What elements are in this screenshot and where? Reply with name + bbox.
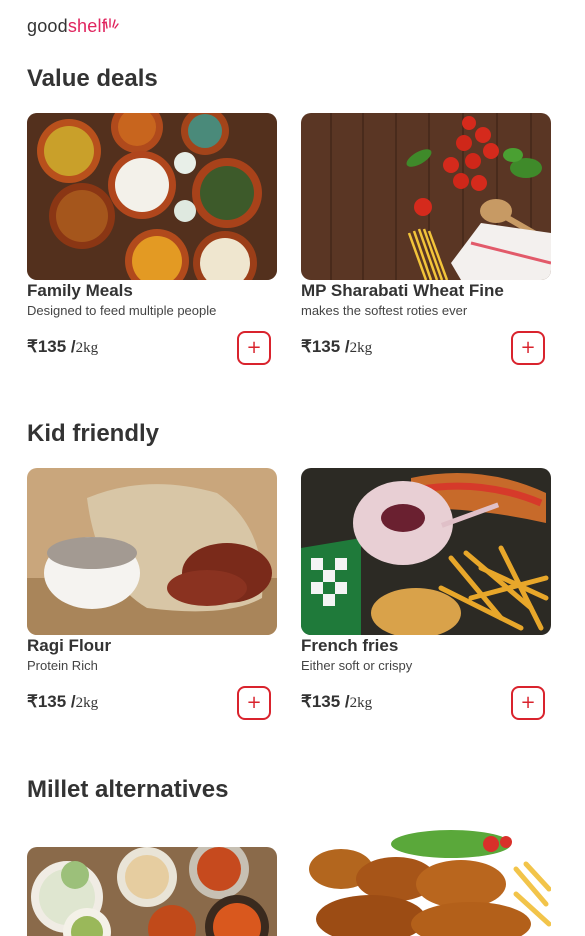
price-value: ₹135 /: [27, 337, 76, 356]
product-card-family-meals[interactable]: Family Meals Designed to feed multiple p…: [27, 113, 277, 365]
product-description: Protein Rich: [27, 658, 98, 673]
add-to-cart-button[interactable]: +: [237, 686, 271, 720]
add-to-cart-button[interactable]: +: [237, 331, 271, 365]
product-description: Either soft or crispy: [301, 658, 413, 673]
product-price: ₹135 /2kg: [301, 337, 372, 357]
section-title-millet-alternatives: Millet alternatives: [27, 776, 229, 803]
product-card-mp-sharabati-wheat[interactable]: MP Sharabati Wheat Fine makes the softes…: [301, 113, 551, 365]
section-title-value-deals: Value deals: [27, 65, 158, 92]
price-value: ₹135 /: [301, 337, 350, 356]
add-to-cart-button[interactable]: +: [511, 686, 545, 720]
product-name: Ragi Flour: [27, 636, 112, 655]
price-value: ₹135 /: [301, 692, 350, 711]
product-card-french-fries[interactable]: French fries Either soft or crispy ₹135 …: [301, 468, 551, 720]
product-image-thali: [27, 847, 277, 936]
logo-text-shelf: shelf: [67, 16, 107, 36]
product-name: MP Sharabati Wheat Fine: [301, 281, 504, 300]
product-description: makes the softest roties ever: [301, 303, 468, 318]
add-to-cart-button[interactable]: +: [511, 331, 545, 365]
product-image-roast-chicken: [301, 824, 551, 936]
product-image-french-fries: [301, 468, 551, 635]
product-price: ₹135 /2kg: [301, 692, 372, 712]
product-image-family-meals: [27, 113, 277, 280]
price-unit: 2kg: [349, 340, 373, 356]
price-value: ₹135 /: [27, 692, 76, 711]
product-card-ragi-flour[interactable]: Ragi Flour Protein Rich ₹135 /2kg +: [27, 468, 277, 720]
product-description: Designed to feed multiple people: [27, 303, 217, 318]
product-card-thali[interactable]: [27, 847, 277, 936]
product-image-ragi-flour: [27, 468, 277, 635]
price-unit: 2kg: [75, 695, 99, 711]
logo-text-good: good: [27, 16, 68, 36]
product-price: ₹135 /2kg: [27, 692, 98, 712]
product-card-roast-chicken[interactable]: [301, 824, 551, 936]
logo-rays-icon: [105, 18, 119, 29]
goodshelf-logo[interactable]: good shelf: [27, 16, 119, 37]
section-title-kid-friendly: Kid friendly: [27, 420, 160, 447]
product-price: ₹135 /2kg: [27, 337, 98, 357]
product-image-mp-sharabati-wheat: [301, 113, 551, 280]
product-name: Family Meals: [27, 281, 133, 300]
price-unit: 2kg: [75, 340, 99, 356]
price-unit: 2kg: [349, 695, 373, 711]
product-name: French fries: [301, 636, 399, 655]
